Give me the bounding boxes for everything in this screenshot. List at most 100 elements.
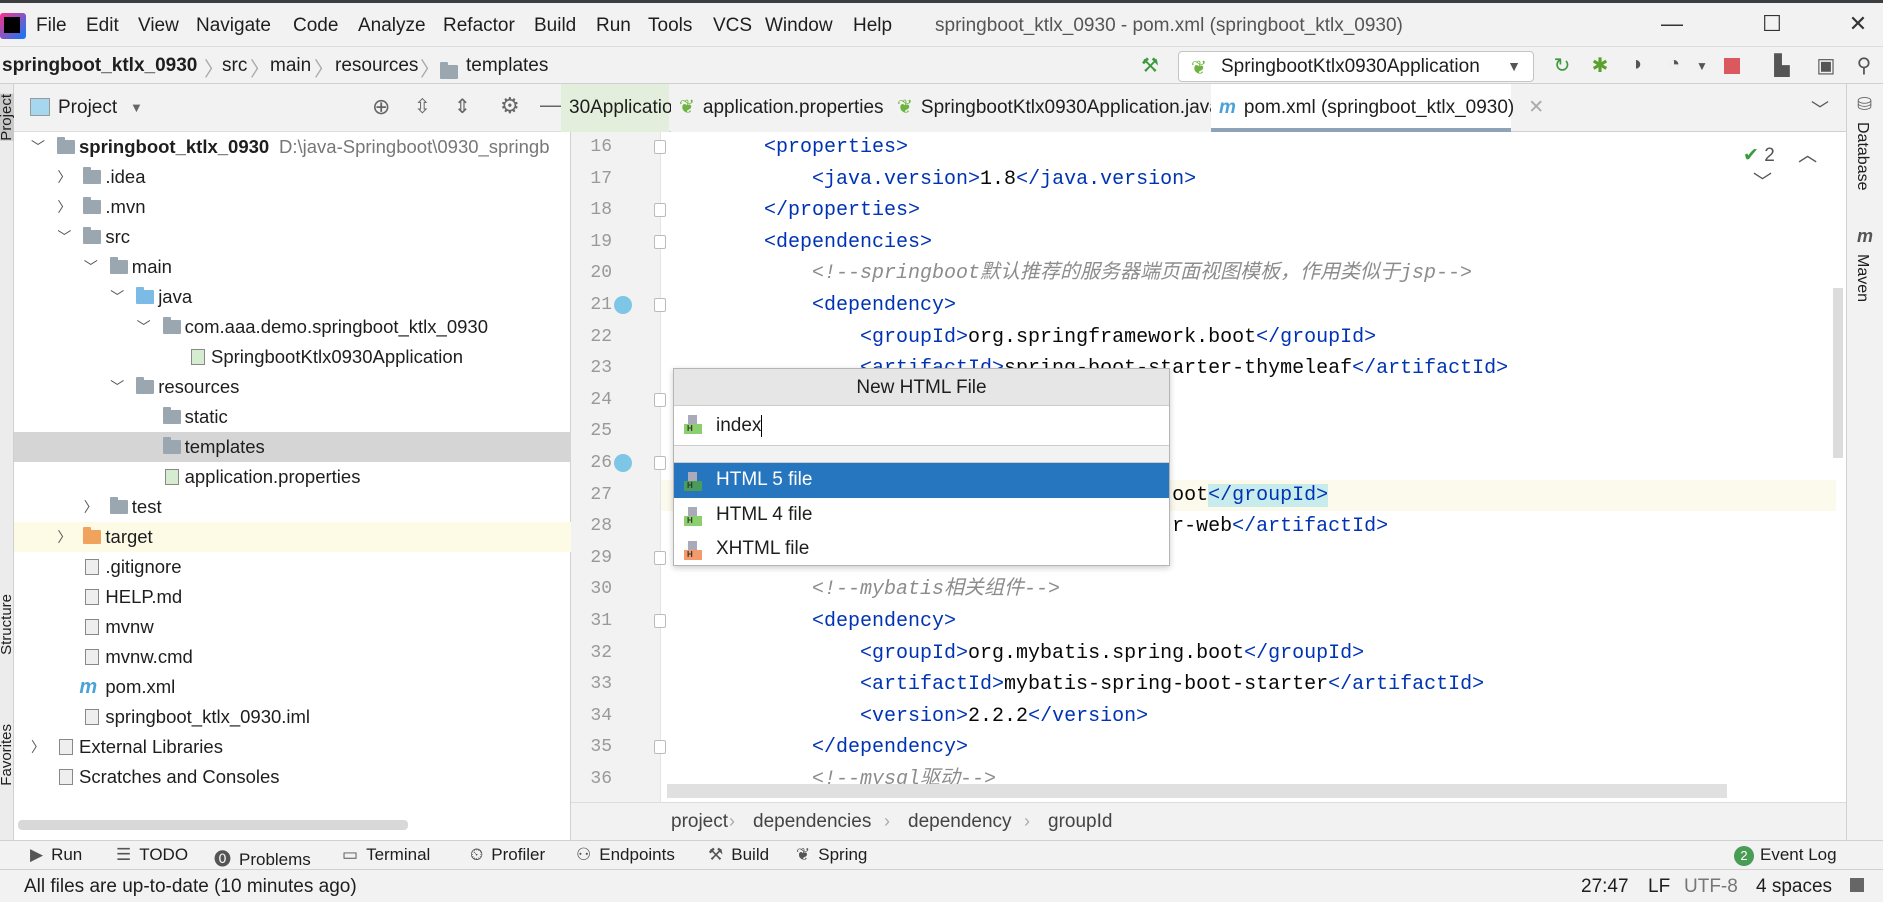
popup-option[interactable]: H HTML 5 file [674,463,1169,498]
menu-edit[interactable]: Edit [86,15,119,37]
project-structure-icon[interactable]: ▙ [1768,53,1796,78]
maven-tool-button[interactable]: Maven [1853,254,1871,302]
tree-item[interactable]: mvnw.cmd [14,642,571,672]
tree-item[interactable]: ﹀ com.aaa.demo.springboot_ktlx_0930 [14,312,571,342]
crumb-main[interactable]: main [270,55,311,77]
menu-analyze[interactable]: Analyze [358,15,426,37]
chevron-down-icon[interactable]: ▼ [1688,59,1716,73]
tree-item[interactable]: 〉 .mvn [14,192,571,222]
caret-position[interactable]: 27:47 [1581,876,1629,898]
profiler-icon[interactable]: ◔ [1660,53,1688,76]
database-tool-button[interactable]: Database [1853,122,1871,191]
menu-tools[interactable]: Tools [648,15,692,37]
editor-tab[interactable]: 30ApplicationTests.java [561,84,768,132]
expand-all-icon[interactable]: ⇳ [414,94,431,119]
tab-list-chevron-icon[interactable]: ﹀ [1811,96,1829,122]
minimize-button[interactable]: — [1652,11,1692,37]
structure-tool-button[interactable]: Structure [0,594,15,655]
maven-dependency-gutter-icon[interactable] [614,296,632,314]
file-encoding[interactable]: UTF-8 [1684,876,1738,898]
menu-refactor[interactable]: Refactor [443,15,515,37]
vertical-scrollbar[interactable] [1833,288,1843,458]
code-horizontal-scrollbar[interactable] [667,784,1727,798]
chevron-down-icon[interactable]: ﹀ [137,312,151,342]
tool-window-terminal[interactable]: ▭ Terminal [342,845,430,865]
crumb-resources[interactable]: resources [335,55,418,77]
chevron-down-icon[interactable]: ﹀ [57,222,71,252]
editor-tab[interactable]: m pom.xml (springboot_ktlx_0930) ✕ [1211,84,1544,132]
search-icon[interactable]: ⚲ [1850,53,1878,78]
fold-marker-icon[interactable] [654,203,666,218]
lock-icon[interactable] [1850,878,1864,892]
chevron-right-icon[interactable]: 〉 [57,522,71,552]
tree-item[interactable]: ﹀ resources [14,372,571,402]
stop-icon[interactable] [1724,58,1740,74]
menu-vcs[interactable]: VCS [713,15,752,37]
menu-run[interactable]: Run [596,15,631,37]
run-configuration-dropdown[interactable]: ❦ SpringbootKtlx0930Application ▼ [1178,51,1534,82]
tool-window-spring[interactable]: ❦ Spring [796,845,867,865]
coverage-icon[interactable]: ◗ [1624,53,1652,76]
menu-navigate[interactable]: Navigate [196,15,271,37]
fold-marker-icon[interactable] [654,392,666,407]
menu-view[interactable]: View [138,15,179,37]
locate-icon[interactable]: ⊕ [372,94,390,120]
tool-window-profiler[interactable]: ⏲ Profiler [470,845,545,865]
tree-item[interactable]: ﹀ springboot_ktlx_0930 D:\java-Springboot\… [14,132,571,162]
debug-icon[interactable]: ✱ [1586,53,1614,78]
popup-option[interactable]: H HTML 4 file [674,498,1169,533]
chevron-down-icon[interactable]: ﹀ [110,372,124,402]
inspection-widget[interactable]: ✔ 2 ︿ ﹀ [1743,140,1846,194]
horizontal-scrollbar[interactable] [18,820,408,830]
tree-item[interactable]: 〉 test [14,492,571,522]
editor-tab[interactable]: ❦SpringbootKtlx0930Application.java✕ [889,84,1250,132]
project-tool-button[interactable]: Project [0,94,15,141]
fold-marker-icon[interactable] [654,550,666,565]
file-name-input[interactable]: H index [674,406,1169,446]
tool-window-todo[interactable]: ☰ TODO [116,845,188,865]
indent-setting[interactable]: 4 spaces [1756,876,1832,898]
editor-tab[interactable]: ❦application.properties✕ [671,84,913,132]
chevron-down-icon[interactable]: ▼ [130,100,143,115]
gear-icon[interactable]: ⚙ [500,93,520,119]
line-separator[interactable]: LF [1648,876,1670,898]
rerun-icon[interactable]: ↻ [1548,53,1576,78]
tree-item[interactable]: 〉 .idea [14,162,571,192]
run-anything-icon[interactable]: ▣ [1812,53,1840,78]
menu-code[interactable]: Code [293,15,338,37]
menu-window[interactable]: Window [765,15,833,37]
crumb-templates[interactable]: templates [466,55,548,77]
fold-marker-icon[interactable] [654,234,666,249]
close-button[interactable]: ✕ [1838,11,1878,37]
tool-window-problems[interactable]: ⓿ Problems [214,845,311,870]
favorites-tool-button[interactable]: Favorites [0,724,15,786]
fold-marker-icon[interactable] [654,614,666,628]
menu-file[interactable]: File [36,15,67,37]
chevron-down-icon[interactable]: ﹀ [84,252,98,282]
popup-option[interactable]: H XHTML file [674,532,1169,567]
crumb-project[interactable]: springboot_ktlx_0930 [2,55,197,77]
tree-item[interactable]: Scratches and Consoles [14,762,571,792]
tree-item[interactable]: templates [14,432,571,462]
xml-breadcrumb-item[interactable]: dependency [908,811,1012,833]
fold-marker-icon[interactable] [654,456,666,470]
tree-item[interactable]: springboot_ktlx_0930.iml [14,702,571,732]
tree-item[interactable]: SpringbootKtlx0930Application [14,342,571,372]
menu-help[interactable]: Help [853,15,892,37]
hide-icon[interactable]: — [540,92,562,118]
tree-item[interactable]: ﹀ main [14,252,571,282]
xml-breadcrumb-item[interactable]: project [671,811,728,833]
tree-item[interactable]: 〉 External Libraries [14,732,571,762]
tool-window-build[interactable]: ⚒ Build [708,845,769,865]
fold-marker-icon[interactable] [654,140,666,154]
tree-item[interactable]: .gitignore [14,552,571,582]
collapse-all-icon[interactable]: ⇕ [454,94,471,119]
menu-build[interactable]: Build [534,15,576,37]
tree-item[interactable]: HELP.md [14,582,571,612]
tree-item[interactable]: 〉 target [14,522,571,552]
xml-breadcrumb-item[interactable]: dependencies [753,811,871,833]
chevron-right-icon[interactable]: 〉 [57,192,71,222]
maximize-button[interactable]: ☐ [1752,11,1792,37]
tool-window-run[interactable]: ▶ Run [30,845,82,865]
chevron-down-icon[interactable]: ﹀ [110,282,124,312]
